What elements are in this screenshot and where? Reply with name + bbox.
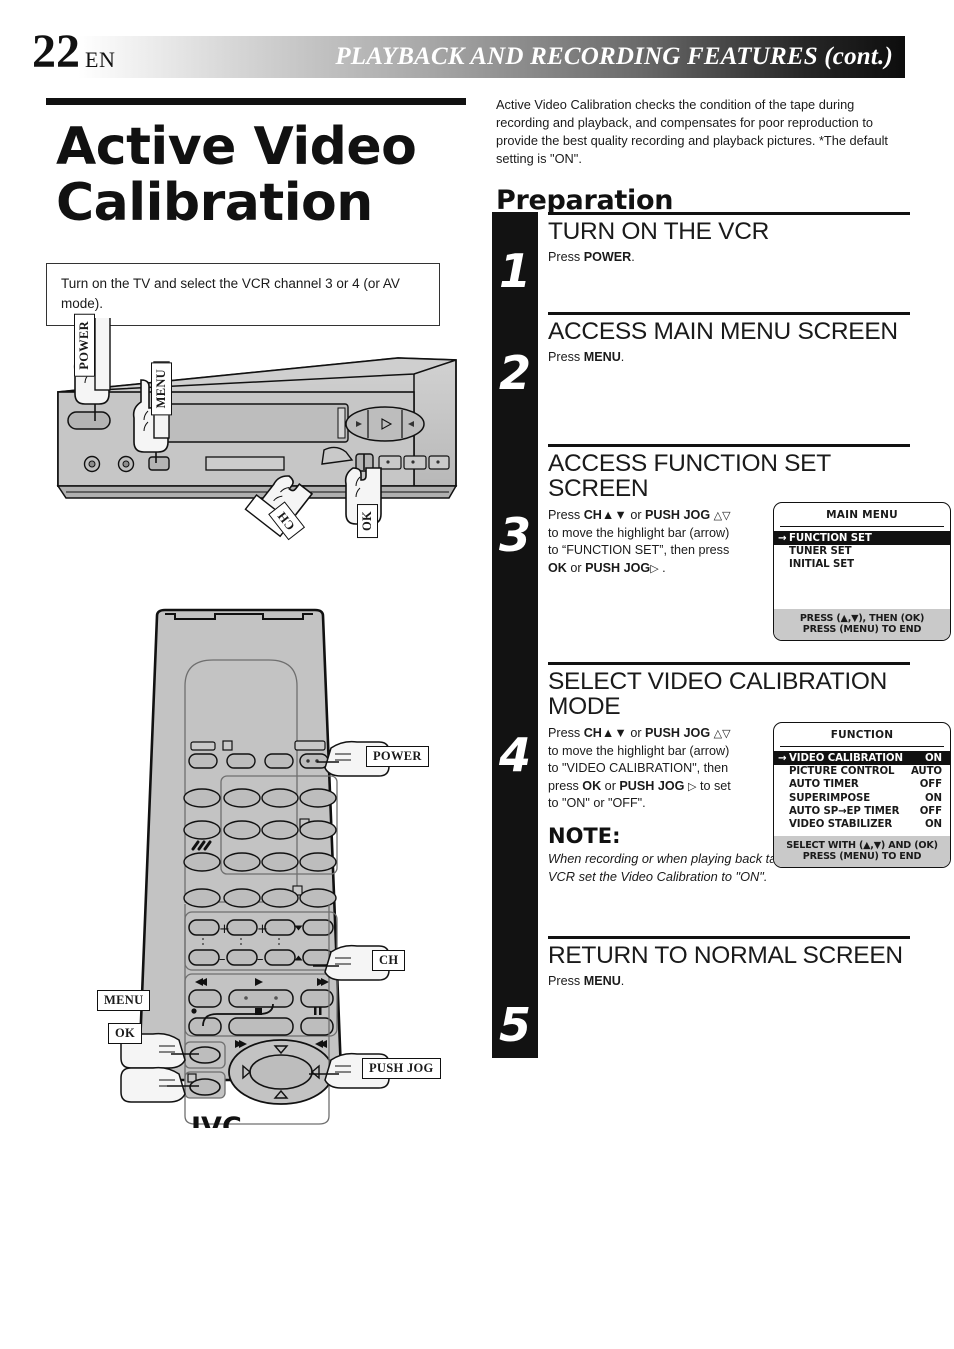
osd-footer-line: PRESS (▲,▼), THEN (OK) <box>799 613 925 625</box>
osd-function-menu: FUNCTION → VIDEO CALIBRATION ON PICTURE CON… <box>773 722 951 868</box>
left-column: Active Video Calibration Turn on the TV … <box>46 98 466 327</box>
page-title-line-1: Active Video <box>56 117 417 177</box>
osd-footer-line: PRESS (MENU) TO END <box>802 850 922 862</box>
osd-row[interactable]: SUPERIMPOSE ON <box>774 792 950 805</box>
vcr-front-panel-diagram: POWER MENU CH OK <box>46 313 466 573</box>
remote-control-diagram: + + – – JVC POWER CH MENU OK PUSH JOG <box>95 608 455 1143</box>
osd-row[interactable]: TUNER SET <box>774 545 950 558</box>
title-rule <box>46 98 466 105</box>
osd-function-footer: SELECT WITH (▲,▼) AND (OK) PRESS (MENU) T… <box>774 835 950 867</box>
callout-power-vcr: POWER <box>74 314 95 377</box>
vcr-illustration <box>56 313 458 538</box>
osd-row[interactable]: INITIAL SET <box>774 558 950 571</box>
preparation-heading: Preparation <box>496 184 674 216</box>
remote-brand-label: JVC <box>189 1112 242 1128</box>
step-4-title: SELECT VIDEO CALIBRATION MODE <box>548 667 888 721</box>
callout-ch-remote: CH <box>372 950 406 971</box>
osd-row[interactable]: AUTO TIMER OFF <box>774 778 950 791</box>
step-1: TURN ON THE VCR Press POWER. <box>548 212 910 267</box>
step-number-2: 2 <box>498 346 531 400</box>
step-number-1: 1 <box>498 244 531 298</box>
preparation-note-box: Turn on the TV and select the VCR channe… <box>46 263 440 327</box>
callout-menu-remote: MENU <box>97 990 151 1011</box>
step-number-4: 4 <box>498 728 531 782</box>
remote-illustration: + + – – JVC <box>120 608 390 1143</box>
step-1-title: TURN ON THE VCR <box>548 217 770 245</box>
osd-row[interactable]: PICTURE CONTROL AUTO <box>774 765 950 778</box>
step-5-body: Press MENU. <box>548 974 625 989</box>
osd-main-menu-footer: PRESS (▲,▼), THEN (OK) PRESS (MENU) TO EN… <box>774 609 950 641</box>
header-gradient-band: PLAYBACK AND RECORDING FEATURES (cont.) <box>78 36 905 78</box>
osd-footer-line: PRESS (MENU) TO END <box>802 624 922 636</box>
callout-ok-remote: OK <box>108 1023 143 1044</box>
callout-power-remote: POWER <box>366 746 429 767</box>
step-number-5: 5 <box>498 998 531 1052</box>
step-4-body: Press CH▲▼ or PUSH JOG △▽ to move the hi… <box>548 726 731 810</box>
step-4-rule <box>548 662 910 665</box>
step-number-bar <box>492 212 538 1058</box>
step-3-body: Press CH▲▼ or PUSH JOG △▽ to move the hi… <box>548 508 731 575</box>
svg-text:–: – <box>257 952 264 967</box>
osd-footer-line: SELECT WITH (▲,▼) AND (OK) <box>786 839 938 851</box>
right-column: Active Video Calibration checks the cond… <box>492 96 910 216</box>
intro-paragraph: Active Video Calibration checks the cond… <box>496 97 888 167</box>
step-2-rule <box>548 312 910 315</box>
osd-function-title: FUNCTION <box>830 729 894 741</box>
step-5-title: RETURN TO NORMAL SCREEN <box>548 941 903 969</box>
osd-row[interactable]: → FUNCTION SET <box>774 531 950 545</box>
callout-menu-vcr: MENU <box>151 362 172 416</box>
step-1-rule <box>548 212 910 215</box>
osd-main-menu-title: MAIN MENU <box>826 509 898 521</box>
osd-row[interactable]: AUTO SP→EP TIMER OFF <box>774 805 950 818</box>
step-4: SELECT VIDEO CALIBRATION MODE Press CH▲▼… <box>548 662 951 885</box>
step-2-title: ACCESS MAIN MENU SCREEN <box>548 317 898 345</box>
step-number-3: 3 <box>498 508 531 562</box>
step-2: ACCESS MAIN MENU SCREEN Press MENU. <box>548 312 910 367</box>
step-3: ACCESS FUNCTION SET SCREEN Press CH▲▼ or… <box>548 444 951 642</box>
numbered-steps-section: 1 2 3 4 5 TURN ON THE VCR Press POWER. A… <box>492 212 951 1058</box>
page-header-title: PLAYBACK AND RECORDING FEATURES (cont.) <box>335 43 893 70</box>
callout-ok-vcr: OK <box>357 504 378 539</box>
osd-row[interactable]: VIDEO STABILIZER ON <box>774 818 950 831</box>
step-5-rule <box>548 936 910 939</box>
callout-pushjog-remote: PUSH JOG <box>362 1058 441 1079</box>
osd-main-menu-rows: → FUNCTION SET TUNER SET INITIAL SET <box>774 527 950 605</box>
page-title-line-2: Calibration <box>56 173 373 234</box>
step-5: RETURN TO NORMAL SCREEN Press MENU. <box>548 936 910 991</box>
osd-row[interactable]: → VIDEO CALIBRATION ON <box>774 751 950 765</box>
svg-text:–: – <box>219 952 226 967</box>
osd-function-rows: → VIDEO CALIBRATION ON PICTURE CONTROL AUTO A… <box>774 747 950 831</box>
svg-text:+: + <box>257 922 268 937</box>
page-number: 22 EN <box>32 28 115 76</box>
svg-text:+: + <box>219 922 230 937</box>
step-1-body: Press POWER. <box>548 250 635 265</box>
step-3-title: ACCESS FUNCTION SET SCREEN <box>548 449 831 503</box>
page-language-code: EN <box>85 47 116 72</box>
step-3-rule <box>548 444 910 447</box>
page-number-value: 22 <box>32 25 80 78</box>
page-title: Active Video Calibration <box>56 119 466 231</box>
step-2-body: Press MENU. <box>548 350 625 365</box>
osd-main-menu: MAIN MENU → FUNCTION SET TUNER SET INITIAL … <box>773 502 951 642</box>
